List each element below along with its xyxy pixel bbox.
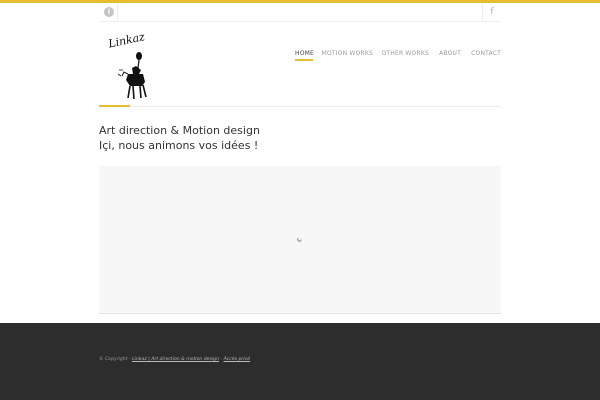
- header-accent-line: [99, 105, 130, 107]
- site-footer: © Copyright - Linkaz | Art direction & m…: [0, 323, 600, 400]
- copyright-text: © Copyright - Linkaz | Art direction & m…: [99, 357, 250, 362]
- facebook-glyph: f: [490, 7, 494, 17]
- logo-deer-illustration: Linkaz: [106, 30, 147, 100]
- info-icon[interactable]: i: [99, 3, 118, 22]
- facebook-icon[interactable]: f: [482, 3, 501, 22]
- footer-site-link[interactable]: Linkaz | Art direction & motion design: [132, 357, 219, 362]
- nav-item-home[interactable]: HOME: [294, 49, 314, 61]
- nav-label-other-works: OTHER WORKS: [381, 50, 429, 57]
- info-glyph: i: [104, 7, 114, 17]
- intro-line-1: Art direction & Motion design: [99, 124, 260, 137]
- nav-active-indicator: [294, 59, 313, 61]
- intro-heading: Art direction & Motion design Içi, nous …: [99, 123, 260, 153]
- copyright-prefix: © Copyright -: [99, 357, 133, 362]
- header-divider: [99, 106, 501, 107]
- nav-item-contact[interactable]: CONTACT: [471, 49, 501, 58]
- nav-item-about[interactable]: ABOUT: [439, 49, 461, 58]
- nav-label-contact: CONTACT: [471, 50, 501, 57]
- nav-label-motion-works: MOTION WORKS: [321, 50, 373, 57]
- utility-bar: i f: [99, 3, 501, 22]
- utility-divider: [99, 21, 501, 22]
- nav-item-other-works[interactable]: OTHER WORKS: [381, 49, 429, 58]
- logo-wordmark: Linkaz: [106, 30, 146, 51]
- site-logo[interactable]: Linkaz: [106, 30, 156, 102]
- video-player[interactable]: [99, 166, 501, 314]
- nav-label-about: ABOUT: [439, 50, 461, 57]
- intro-line-2: Içi, nous animons vos idées !: [99, 139, 259, 152]
- footer-private-access-link[interactable]: Accès privé: [224, 357, 251, 362]
- nav-item-motion-works[interactable]: MOTION WORKS: [322, 49, 373, 58]
- loading-spinner-icon: [297, 237, 302, 242]
- nav-label-home: HOME: [294, 50, 314, 57]
